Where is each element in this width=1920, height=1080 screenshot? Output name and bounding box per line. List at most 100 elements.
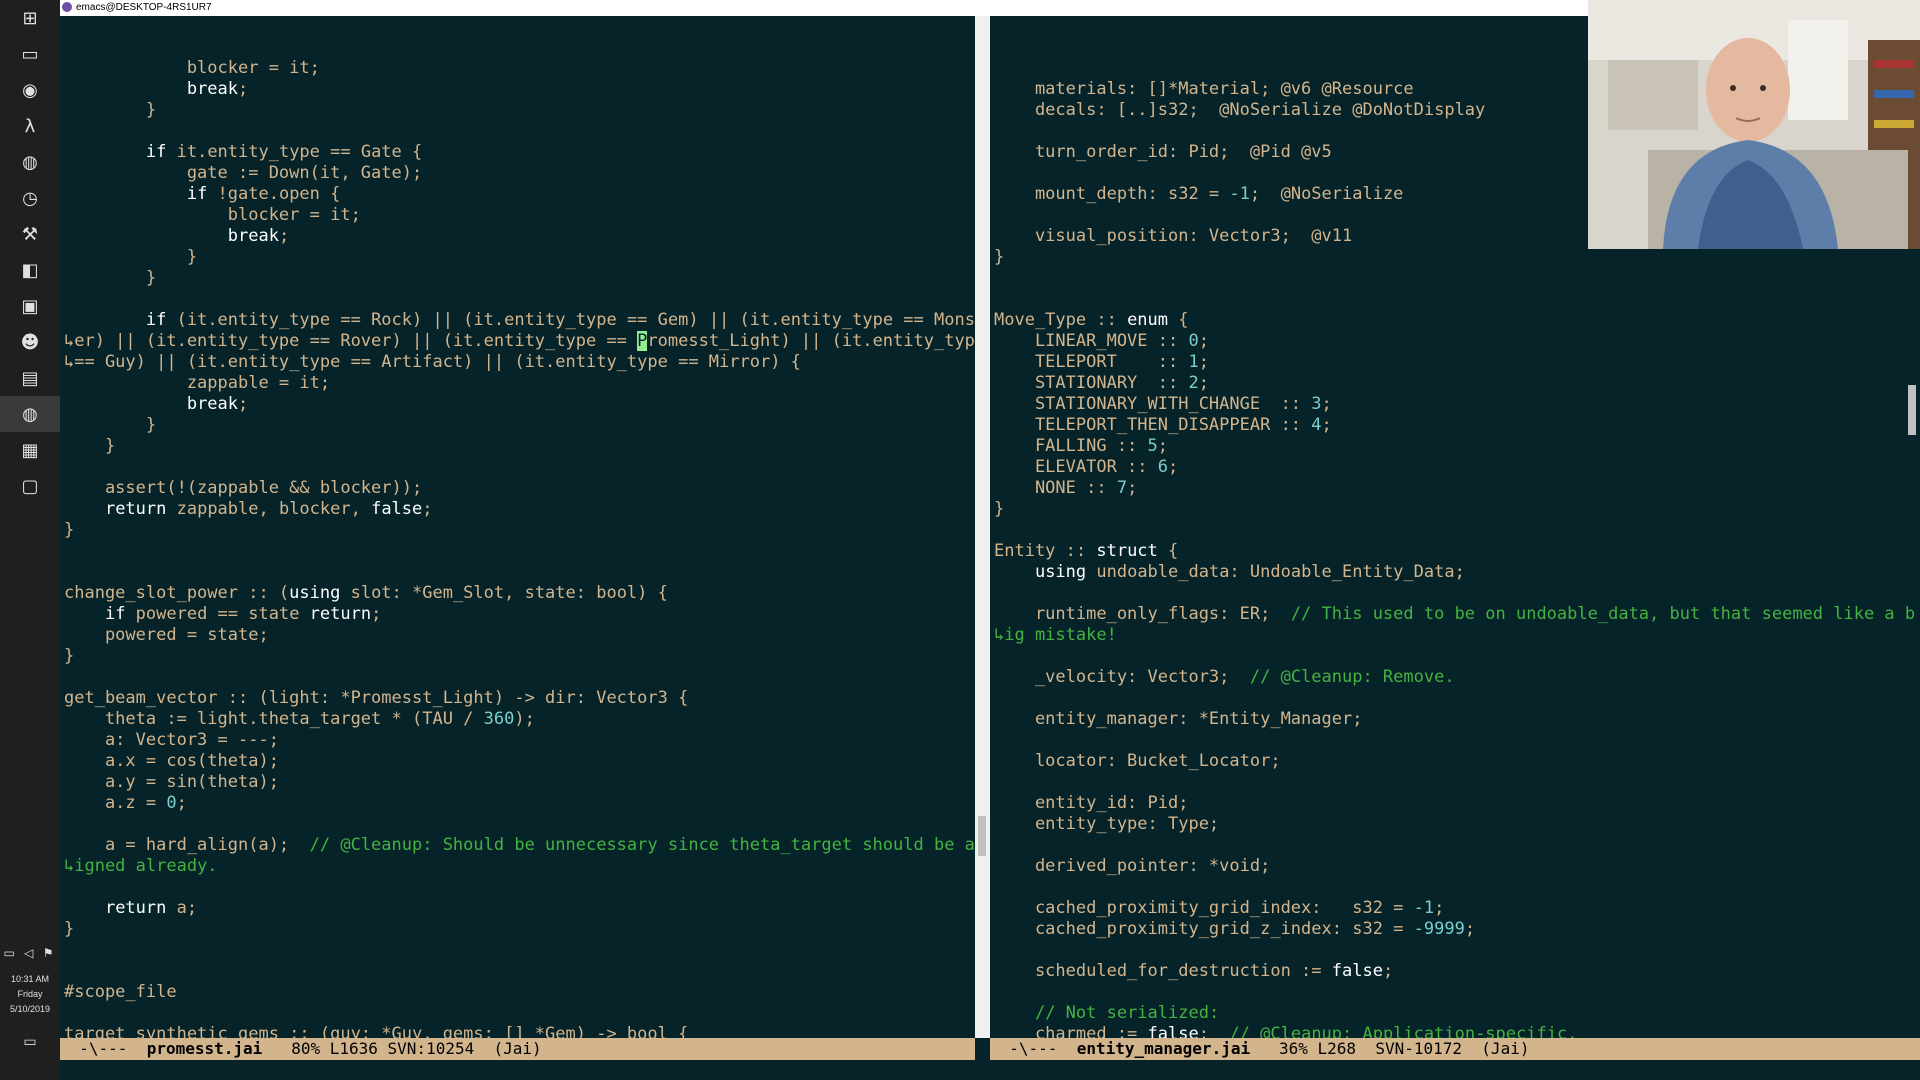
file-explorer-icon[interactable]: ▭ bbox=[0, 36, 60, 72]
left-code-line[interactable]: gate := Down(it, Gate); bbox=[64, 163, 975, 184]
right-code-line[interactable]: locator: Bucket_Locator; bbox=[994, 751, 1920, 772]
left-code-line[interactable]: get_beam_vector :: (light: *Promesst_Lig… bbox=[64, 688, 975, 709]
right-code-line[interactable]: entity_type: Type; bbox=[994, 814, 1920, 835]
tool-icon[interactable]: ⚒ bbox=[0, 216, 60, 252]
left-code-line[interactable]: a.z = 0; bbox=[64, 793, 975, 814]
lambda-icon[interactable]: λ bbox=[0, 108, 60, 144]
windows-start-icon[interactable]: ⊞ bbox=[0, 0, 60, 36]
right-code-line[interactable] bbox=[994, 877, 1920, 898]
right-code-line[interactable] bbox=[994, 688, 1920, 709]
right-code-line[interactable]: using undoable_data: Undoable_Entity_Dat… bbox=[994, 562, 1920, 583]
left-code-line[interactable]: if (it.entity_type == Rock) || (it.entit… bbox=[64, 310, 975, 331]
scroll-thumb-right[interactable] bbox=[1908, 385, 1916, 435]
left-code-line[interactable]: ↳er) || (it.entity_type == Rover) || (it… bbox=[64, 331, 975, 352]
right-code-line[interactable]: } bbox=[994, 247, 1920, 268]
left-code-line[interactable]: ↳igned already. bbox=[64, 856, 975, 877]
vertical-scrollbar-right[interactable] bbox=[1905, 250, 1920, 1040]
left-code-line[interactable]: #scope_file bbox=[64, 982, 975, 1003]
left-code-line[interactable]: a = hard_align(a); // @Cleanup: Should b… bbox=[64, 835, 975, 856]
right-code-line[interactable] bbox=[994, 772, 1920, 793]
left-code-line[interactable]: a.y = sin(theta); bbox=[64, 772, 975, 793]
left-code-line[interactable]: } bbox=[64, 646, 975, 667]
left-code-line[interactable]: target_synthetic_gems :: (guy: *Guy, gem… bbox=[64, 1024, 975, 1038]
left-code-line[interactable]: if !gate.open { bbox=[64, 184, 975, 205]
modeline-right-buffer[interactable]: entity_manager.jai bbox=[1077, 1039, 1250, 1058]
left-code-line[interactable]: } bbox=[64, 436, 975, 457]
left-code-line[interactable]: break; bbox=[64, 394, 975, 415]
left-code-line[interactable] bbox=[64, 541, 975, 562]
left-code-line[interactable] bbox=[64, 121, 975, 142]
left-code-line[interactable]: } bbox=[64, 247, 975, 268]
right-code-line[interactable] bbox=[994, 646, 1920, 667]
left-code-line[interactable]: if it.entity_type == Gate { bbox=[64, 142, 975, 163]
left-code-line[interactable] bbox=[64, 940, 975, 961]
left-code-line[interactable] bbox=[64, 877, 975, 898]
modeline-left-buffer[interactable]: promesst.jai bbox=[147, 1039, 263, 1058]
left-code-line[interactable]: powered = state; bbox=[64, 625, 975, 646]
notification-icon[interactable]: ▭ bbox=[0, 1033, 60, 1050]
left-code-line[interactable]: } bbox=[64, 268, 975, 289]
right-code-line[interactable] bbox=[994, 730, 1920, 751]
left-code-line[interactable]: a: Vector3 = ---; bbox=[64, 730, 975, 751]
right-code-line[interactable] bbox=[994, 583, 1920, 604]
person-app-icon[interactable]: ☻ bbox=[0, 324, 60, 360]
right-code-line[interactable]: ELEVATOR :: 6; bbox=[994, 457, 1920, 478]
left-code-line[interactable]: if powered == state return; bbox=[64, 604, 975, 625]
left-code-line[interactable]: break; bbox=[64, 79, 975, 100]
left-code-line[interactable]: assert(!(zappable && blocker)); bbox=[64, 478, 975, 499]
right-code-line[interactable]: LINEAR_MOVE :: 0; bbox=[994, 331, 1920, 352]
green-app-icon[interactable]: ▣ bbox=[0, 288, 60, 324]
clock-icon[interactable]: ◷ bbox=[0, 180, 60, 216]
right-code-line[interactable]: ↳ig mistake! bbox=[994, 625, 1920, 646]
right-code-line[interactable]: Move_Type :: enum { bbox=[994, 310, 1920, 331]
excel-icon[interactable]: ▦ bbox=[0, 432, 60, 468]
left-code-line[interactable] bbox=[64, 667, 975, 688]
visual-studio-icon[interactable]: ◧ bbox=[0, 252, 60, 288]
tray-icons[interactable]: ▭ ◁ ⚑ bbox=[0, 946, 60, 960]
left-code-line[interactable]: blocker = it; bbox=[64, 205, 975, 226]
left-code-line[interactable]: change_slot_power :: (using slot: *Gem_S… bbox=[64, 583, 975, 604]
right-code-line[interactable]: Entity :: struct { bbox=[994, 541, 1920, 562]
right-code-line[interactable]: STATIONARY_WITH_CHANGE :: 3; bbox=[994, 394, 1920, 415]
right-code-line[interactable]: _velocity: Vector3; // @Cleanup: Remove. bbox=[994, 667, 1920, 688]
right-code-line[interactable]: runtime_only_flags: ER; // This used to … bbox=[994, 604, 1920, 625]
right-code-line[interactable] bbox=[994, 520, 1920, 541]
right-code-line[interactable]: // Not serialized: bbox=[994, 1003, 1920, 1024]
right-code-line[interactable]: NONE :: 7; bbox=[994, 478, 1920, 499]
left-code-line[interactable]: } bbox=[64, 415, 975, 436]
right-code-line[interactable]: cached_proximity_grid_index: s32 = -1; bbox=[994, 898, 1920, 919]
right-code-line[interactable]: scheduled_for_destruction := false; bbox=[994, 961, 1920, 982]
left-code-line[interactable] bbox=[64, 289, 975, 310]
right-code-line[interactable]: } bbox=[994, 499, 1920, 520]
right-code-line[interactable]: derived_pointer: *void; bbox=[994, 856, 1920, 877]
window-app-icon[interactable]: ▢ bbox=[0, 468, 60, 504]
minibuffer[interactable] bbox=[60, 1060, 1920, 1080]
left-code-line[interactable]: break; bbox=[64, 226, 975, 247]
chrome-icon[interactable]: ◉ bbox=[0, 72, 60, 108]
emacs-active-icon[interactable]: ◍ bbox=[0, 396, 60, 432]
left-code-line[interactable]: blocker = it; bbox=[64, 58, 975, 79]
left-code-line[interactable]: zappable = it; bbox=[64, 373, 975, 394]
right-code-line[interactable] bbox=[994, 940, 1920, 961]
right-code-line[interactable]: STATIONARY :: 2; bbox=[994, 373, 1920, 394]
left-code-line[interactable] bbox=[64, 814, 975, 835]
right-code-line[interactable]: TELEPORT :: 1; bbox=[994, 352, 1920, 373]
left-code-line[interactable]: a.x = cos(theta); bbox=[64, 751, 975, 772]
left-code-text[interactable]: blocker = it; break; } if it.entity_type… bbox=[60, 58, 975, 1038]
left-code-line[interactable]: } bbox=[64, 919, 975, 940]
scroll-thumb-left[interactable] bbox=[978, 816, 986, 856]
left-code-line[interactable]: } bbox=[64, 100, 975, 121]
right-code-line[interactable]: cached_proximity_grid_z_index: s32 = -99… bbox=[994, 919, 1920, 940]
left-code-line[interactable] bbox=[64, 562, 975, 583]
right-code-line[interactable]: entity_id: Pid; bbox=[994, 793, 1920, 814]
right-code-line[interactable]: FALLING :: 5; bbox=[994, 436, 1920, 457]
right-code-line[interactable] bbox=[994, 835, 1920, 856]
left-code-line[interactable]: return zappable, blocker, false; bbox=[64, 499, 975, 520]
left-code-line[interactable]: theta := light.theta_target * (TAU / 360… bbox=[64, 709, 975, 730]
right-code-line[interactable]: entity_manager: *Entity_Manager; bbox=[994, 709, 1920, 730]
vertical-scrollbar-left[interactable] bbox=[975, 16, 990, 1038]
right-code-line[interactable]: TELEPORT_THEN_DISAPPEAR :: 4; bbox=[994, 415, 1920, 436]
sheet-app-icon[interactable]: ▤ bbox=[0, 360, 60, 396]
left-code-line[interactable] bbox=[64, 961, 975, 982]
right-code-line[interactable] bbox=[994, 289, 1920, 310]
